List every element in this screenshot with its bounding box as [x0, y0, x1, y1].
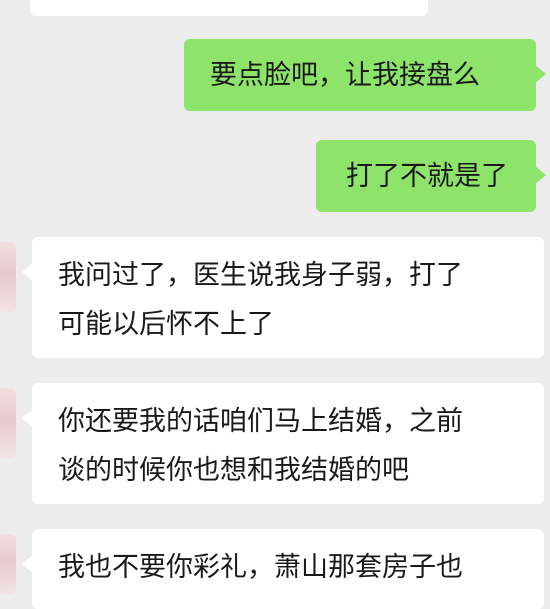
message-text-line: 你还要我的话咱们马上结婚，之前: [58, 406, 463, 437]
message-text-line: 谈的时候你也想和我结婚的吧: [58, 455, 409, 486]
message-text-line: 我也不要你彩礼，萧山那套房子也: [58, 552, 463, 583]
message-bubble-received[interactable]: 我也不要你彩礼，萧山那套房子也: [22, 529, 544, 609]
message-text: 要点脸吧，让我接盘么: [210, 60, 480, 91]
message-text: 打了不就是了: [346, 161, 508, 192]
message-text-line: 我问过了，医生说我身子弱，打了: [58, 260, 463, 291]
message-bubble-received-clipped[interactable]: [30, 0, 428, 16]
message-bubble-received[interactable]: 你还要我的话咱们马上结婚，之前 谈的时候你也想和我结婚的吧: [22, 383, 544, 504]
avatar[interactable]: [0, 388, 16, 458]
message-bubble-sent[interactable]: 要点脸吧，让我接盘么: [184, 39, 546, 111]
avatar[interactable]: [0, 242, 16, 312]
avatar[interactable]: [0, 534, 16, 594]
message-bubble-sent[interactable]: 打了不就是了: [316, 140, 546, 212]
message-text-line: 可能以后怀不上了: [58, 309, 274, 340]
chat-message-list: 要点脸吧，让我接盘么 打了不就是了 我问过了，医生说我身子弱，打了 可能以后怀不…: [0, 0, 550, 609]
message-bubble-received[interactable]: 我问过了，医生说我身子弱，打了 可能以后怀不上了: [22, 237, 544, 358]
